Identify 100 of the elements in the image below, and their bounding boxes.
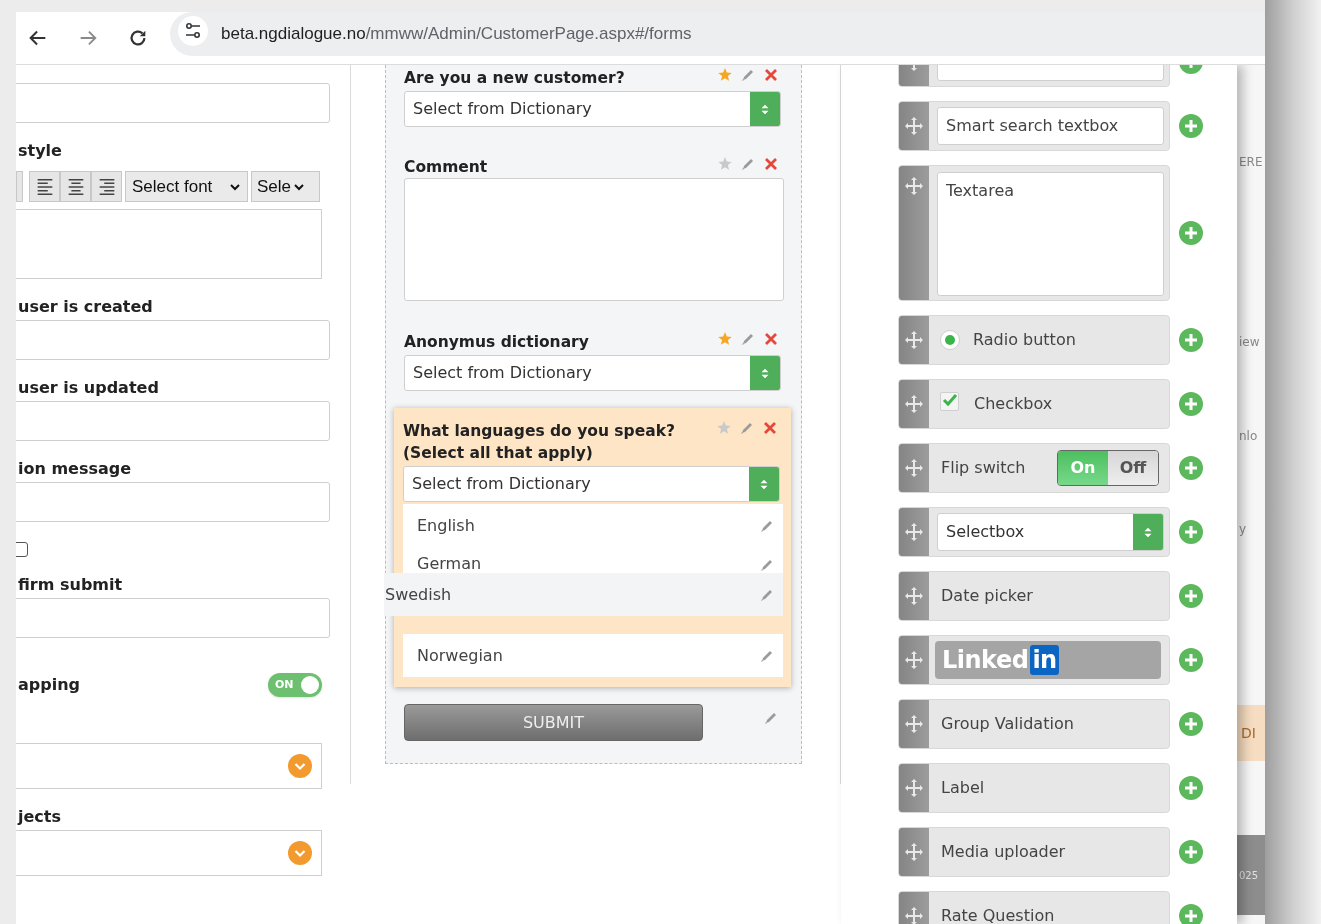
close-icon[interactable] (762, 420, 778, 436)
text-field[interactable] (16, 401, 330, 441)
field-label: user is updated (17, 377, 160, 399)
move-icon[interactable] (904, 394, 924, 414)
select-field[interactable]: Select from Dictionary (403, 466, 780, 502)
move-icon[interactable] (904, 778, 924, 798)
item-label: Media uploader (941, 841, 1066, 863)
move-icon[interactable] (904, 842, 924, 862)
field-label: Anonymus dictionary (404, 332, 589, 353)
select-field[interactable]: Selectbox (937, 513, 1164, 551)
field-label: Comment (404, 157, 488, 178)
select-field[interactable]: Select from Dictionary (404, 355, 781, 391)
palette-item[interactable]: Media uploader (898, 827, 1170, 877)
text-field[interactable] (16, 83, 330, 123)
close-icon[interactable] (763, 67, 779, 83)
item-label: Flip switch (941, 457, 1026, 479)
add-icon[interactable] (1179, 840, 1203, 864)
palette-item[interactable]: Selectbox (898, 507, 1170, 557)
text-fragment: ERE (1239, 154, 1263, 171)
add-icon[interactable] (1179, 392, 1203, 416)
add-icon[interactable] (1179, 712, 1203, 736)
add-icon[interactable] (1179, 328, 1203, 352)
text-field[interactable] (16, 598, 330, 638)
text-fragment: y (1239, 521, 1247, 538)
field-label: style (17, 140, 63, 162)
move-icon[interactable] (904, 650, 924, 670)
size-select[interactable]: Sele (251, 171, 320, 202)
add-icon[interactable] (1179, 648, 1203, 672)
text-fragment: nlo (1239, 428, 1258, 445)
toolbar-button[interactable] (16, 171, 23, 202)
palette-item[interactable]: Date picker (898, 571, 1170, 621)
flip-switch[interactable]: On Off (1057, 450, 1159, 486)
login-button[interactable]: Linked in (935, 641, 1161, 679)
required-star-icon[interactable] (717, 156, 733, 172)
align-button[interactable] (60, 171, 91, 202)
field-label: jects (16, 806, 62, 828)
move-icon[interactable] (904, 586, 924, 606)
text-area[interactable] (16, 209, 322, 279)
add-icon[interactable] (1179, 520, 1203, 544)
dropdown-field[interactable] (16, 743, 322, 789)
field-label: apping (17, 674, 81, 696)
text-fragment: iew (1239, 334, 1260, 351)
palette-item[interactable]: Linked in (898, 635, 1170, 685)
site-settings-icon[interactable] (178, 15, 208, 46)
palette-item[interactable]: Smart search textbox (898, 101, 1170, 151)
add-icon[interactable] (1179, 221, 1203, 245)
move-icon[interactable] (904, 330, 924, 350)
move-icon[interactable] (904, 458, 924, 478)
add-icon[interactable] (1179, 904, 1203, 924)
palette-item[interactable]: Radio button (898, 315, 1170, 365)
checkbox[interactable] (16, 542, 28, 557)
pencil-icon[interactable] (739, 420, 755, 436)
text-field[interactable] (16, 482, 330, 522)
banner-fragment: DI (1237, 705, 1265, 761)
move-icon[interactable] (904, 714, 924, 734)
field-label: Are you a new customer? (404, 68, 625, 89)
pencil-icon[interactable] (740, 331, 756, 347)
field-label: What languages do you speak? (Select all that apply) (403, 421, 676, 464)
close-icon[interactable] (763, 331, 779, 347)
pencil-icon[interactable] (740, 67, 756, 83)
move-icon[interactable] (904, 116, 924, 136)
palette-item[interactable]: Checkbox (898, 379, 1170, 429)
text-field[interactable]: Smart search textbox (937, 107, 1164, 145)
close-icon[interactable] (763, 156, 779, 172)
move-icon[interactable] (904, 176, 924, 196)
font-select[interactable]: Select font (125, 171, 248, 202)
palette-item[interactable]: Flip switch On Off (898, 443, 1170, 493)
select-field[interactable]: Select from Dictionary (404, 91, 781, 127)
add-icon[interactable] (1179, 776, 1203, 800)
radio-button[interactable] (940, 330, 960, 350)
required-star-icon[interactable] (717, 331, 733, 347)
palette-item[interactable]: Rate Question (898, 891, 1170, 924)
pencil-icon[interactable] (763, 710, 779, 726)
url-text: beta.ngdialogue.no/mmww/Admin/CustomerPage.aspx#/forms (221, 23, 692, 46)
text-area[interactable]: Textarea (937, 172, 1164, 296)
item-label: Rate Question (941, 905, 1055, 924)
move-icon[interactable] (904, 522, 924, 542)
palette-item[interactable]: Label (898, 763, 1170, 813)
add-icon[interactable] (1179, 114, 1203, 138)
text-field[interactable] (16, 320, 330, 360)
pencil-icon[interactable] (740, 156, 756, 172)
required-star-icon[interactable] (717, 67, 733, 83)
add-icon[interactable] (1179, 584, 1203, 608)
dropdown-field[interactable] (16, 830, 322, 876)
address-bar[interactable]: beta.ngdialogue.no/mmww/Admin/CustomerPage.aspx#/forms (170, 12, 1265, 56)
add-icon[interactable] (1179, 456, 1203, 480)
item-label: Radio button (973, 329, 1076, 351)
align-button[interactable] (91, 171, 122, 202)
footer-fragment: 025 (1237, 835, 1265, 915)
item-label: Label (941, 777, 985, 799)
move-icon[interactable] (904, 906, 924, 924)
required-star-icon[interactable] (716, 420, 732, 436)
dragged-list-item[interactable]: Swedish (384, 573, 783, 616)
align-button[interactable] (29, 171, 60, 202)
item-label: Checkbox (974, 393, 1053, 415)
text-area[interactable] (404, 178, 784, 301)
palette-item[interactable]: Group Validation (898, 699, 1170, 749)
pencil-icon[interactable] (759, 557, 775, 573)
palette-item[interactable]: Textarea (898, 165, 1170, 301)
field-label: firm submit (17, 574, 124, 596)
